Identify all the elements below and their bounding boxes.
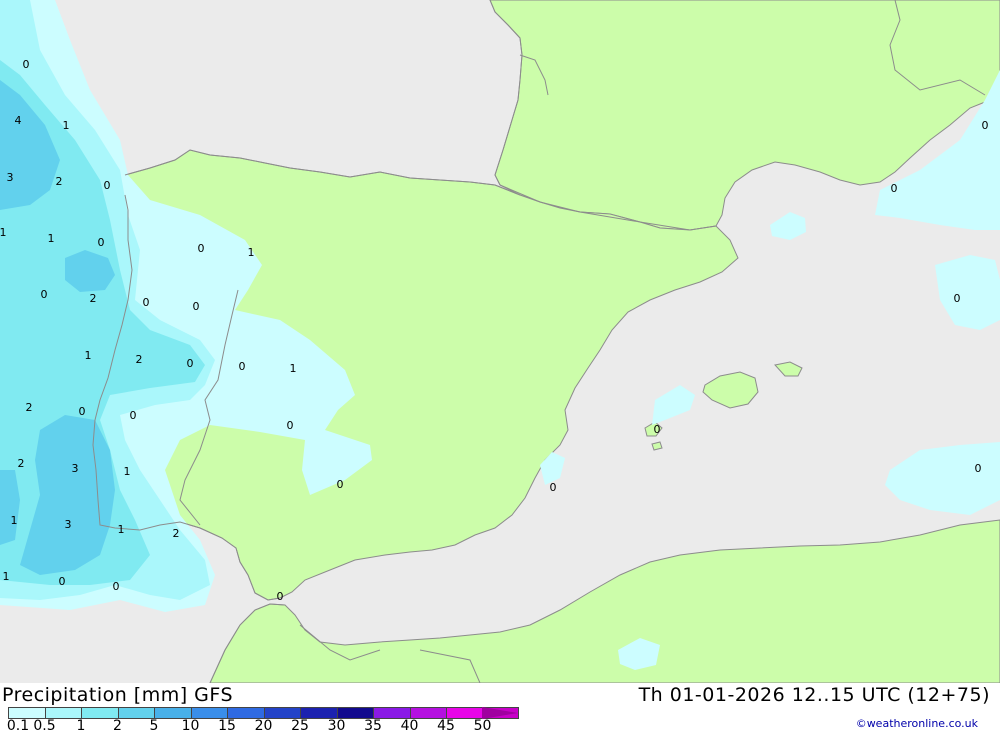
contour-label: 0	[891, 182, 898, 195]
contour-label: 1	[48, 232, 55, 245]
legend-label: 30	[327, 718, 346, 734]
contour-label: 0	[239, 360, 246, 373]
contour-label: 0	[79, 405, 86, 418]
contour-label: 3	[7, 171, 14, 184]
contour-label: 0	[23, 58, 30, 71]
contour-label: 1	[11, 514, 18, 527]
contour-label: 0	[982, 119, 989, 132]
contour-label: 0	[143, 296, 150, 309]
contour-label: 0	[975, 462, 982, 475]
legend-label: 25	[291, 718, 309, 734]
contour-label: 2	[26, 401, 33, 414]
contour-label: 0	[277, 590, 284, 603]
legend-label: 35	[364, 718, 382, 734]
contour-label: 0	[337, 478, 344, 491]
contour-label: 2	[90, 292, 97, 305]
legend-label: 45	[437, 718, 455, 734]
contour-label: 0	[287, 419, 294, 432]
legend-label: 20	[254, 718, 273, 734]
contour-label: 0	[59, 575, 66, 588]
legend-label: 50	[473, 718, 492, 734]
forecast-datetime: Th 01-01-2026 12..15 UTC (12+75)	[638, 684, 990, 706]
legend-label: 0.1	[6, 718, 30, 734]
legend-label: 1	[76, 718, 86, 734]
contour-label: 1	[124, 465, 131, 478]
contour-label: 0	[41, 288, 48, 301]
contour-label: 1	[290, 362, 297, 375]
contour-label: 1	[85, 349, 92, 362]
contour-label: 1	[3, 570, 10, 583]
contour-label: 2	[18, 457, 25, 470]
legend-label: 5	[149, 718, 159, 734]
credit-link[interactable]: ©weatheronline.co.uk	[856, 717, 978, 730]
contour-label: 0	[550, 481, 557, 494]
contour-label: 2	[56, 175, 63, 188]
legend-label: 40	[400, 718, 419, 734]
contour-label: 0	[954, 292, 961, 305]
precipitation-map: 0 4 1 3 2 0 1 1 0 2 0 0 0 0 1 1 2 0 0 1 2 0 0 2 3 1 1 3 1 2 0 0 1 0 0 0 0 0 0 0…	[0, 0, 1000, 683]
contour-label: 2	[173, 527, 180, 540]
legend-label: 2	[113, 718, 122, 734]
contour-label: 1	[0, 226, 7, 239]
map-footer: Precipitation [mm] GFS Th 01-01-2026 12.…	[0, 683, 1000, 734]
contour-label: 0	[187, 357, 194, 370]
contour-label: 0	[130, 409, 137, 422]
contour-label: 0	[654, 423, 661, 436]
contour-label: 0	[193, 300, 200, 313]
contour-label: 3	[65, 518, 72, 531]
land-formentera	[651, 441, 663, 451]
contour-label: 0	[104, 179, 111, 192]
contour-label: 2	[136, 353, 143, 366]
map-title: Precipitation [mm] GFS	[2, 684, 234, 706]
legend-label: 10	[181, 718, 200, 734]
contour-label: 1	[248, 246, 255, 259]
contour-label: 0	[98, 236, 105, 249]
contour-label: 4	[15, 114, 22, 127]
legend-labels: 0.1 0.5 1 2 5 10 15 20 25 30 35 40 45 50	[0, 718, 520, 734]
contour-label: 1	[118, 523, 125, 536]
legend-label: 0.5	[33, 718, 56, 734]
legend-label: 15	[218, 718, 236, 734]
contour-label: 1	[63, 119, 70, 132]
contour-label: 0	[198, 242, 205, 255]
contour-label: 3	[72, 462, 79, 475]
contour-label: 0	[113, 580, 120, 593]
